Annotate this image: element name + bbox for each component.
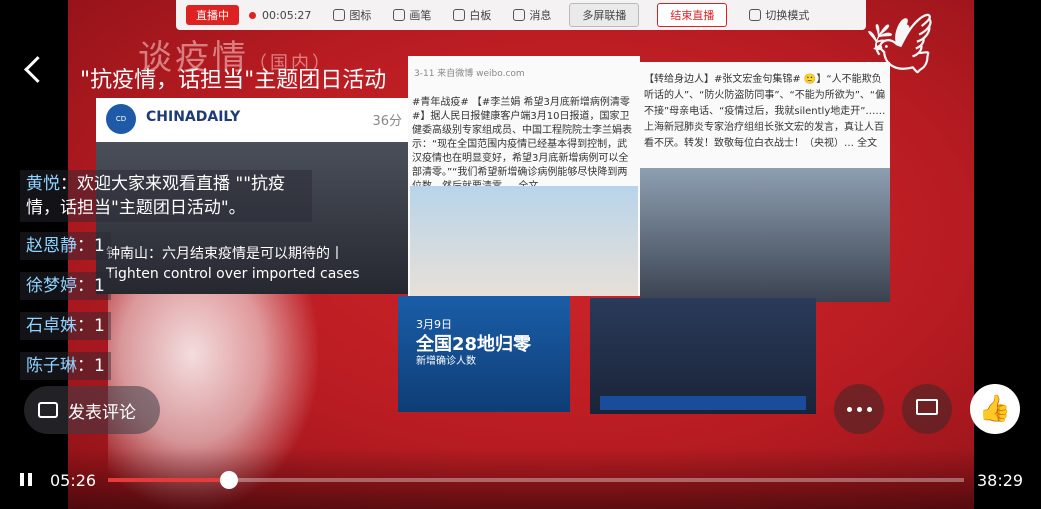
caption-cn: 钟南山：六月结束疫情是可以期待的丨 — [106, 246, 344, 262]
whiteboard-icon — [453, 9, 466, 21]
message-icon — [513, 9, 526, 21]
presenter-toolbar: 直播中 00:05:27 图标 画笔 白板 消息 多屏联播 结束直播 切换模式 — [176, 0, 866, 30]
brand-name: CHINADAILY — [146, 109, 241, 125]
like-button[interactable]: 👍 — [970, 384, 1020, 434]
current-time: 05:26 — [50, 471, 97, 490]
news-panel-cctv — [590, 298, 816, 414]
cast-icon — [916, 399, 938, 415]
news-caption-bar — [600, 396, 806, 410]
news-panel-graphic: 3月9日 全国28地归零 新增确诊人数 — [398, 296, 570, 412]
news-panel-weibo-2: 【转给身边人】#张文宏金句集锦# 🙂】“人不能欺负听话的人”、“防火防盗防同事”… — [640, 62, 890, 302]
grid-icon — [749, 9, 762, 21]
end-live-button: 结束直播 — [657, 3, 728, 27]
toolbar-item-3: 白板 — [453, 7, 491, 23]
comment-item: 赵恩静：1 — [20, 232, 111, 260]
graphic-sub: 新增确诊人数 — [416, 356, 476, 367]
more-button[interactable] — [834, 384, 884, 434]
record-dot-icon — [249, 11, 256, 19]
progress-bar[interactable] — [108, 471, 964, 489]
back-icon[interactable] — [24, 56, 51, 83]
toolbar-icon — [333, 9, 346, 21]
duration-label: 36分 — [372, 114, 402, 129]
comment-item: 黄悦：欢迎大家来观看直播 ""抗疫情，话担当"主题团日活动"。 — [20, 170, 312, 222]
news-photo — [410, 186, 638, 296]
toolbar-item-2: 画笔 — [393, 7, 431, 23]
post-text: 【转给身边人】#张文宏金句集锦# 🙂】“人不能欺负听话的人”、“防火防盗防同事”… — [644, 74, 886, 149]
post-text: #青年战疫# 【#李兰娟 希望3月底新增病例清零#】据人民日报健康客户端3月10… — [412, 97, 632, 192]
multi-screen-button: 多屏联播 — [569, 3, 640, 27]
progress-handle[interactable] — [219, 471, 238, 489]
live-badge: 直播中 — [186, 5, 239, 25]
toolbar-item-4: 消息 — [513, 7, 551, 23]
toolbar-item-1: 图标 — [333, 7, 371, 23]
news-photo — [640, 168, 890, 302]
live-timer: 00:05:27 — [262, 8, 312, 22]
comment-item: 陈子琳：1 — [20, 352, 111, 380]
pen-icon — [393, 9, 406, 21]
pause-icon[interactable] — [20, 473, 32, 486]
like-icon: 👍 — [978, 394, 1012, 424]
news-panel-weibo-1: 3-11 来自微博 weibo.com #青年战疫# 【#李兰娟 希望3月底新增… — [408, 56, 640, 296]
total-time: 38:29 — [977, 471, 1024, 490]
post-comment-label: 发表评论 — [68, 402, 136, 423]
comment-item: 石卓姝：1 — [20, 312, 111, 340]
progress-fill — [108, 478, 229, 482]
comment-icon — [38, 402, 58, 418]
stream-title: "抗疫情，话担当"主题团日活动 — [80, 68, 387, 93]
post-meta: 3-11 来自微博 weibo.com — [414, 69, 525, 79]
caption-en: Tighten control over imported cases — [106, 266, 360, 282]
switch-mode: 切换模式 — [749, 7, 809, 23]
chinadaily-logo: CD — [106, 104, 136, 134]
comment-item: 徐梦婷：1 — [20, 272, 111, 300]
cast-button[interactable] — [902, 384, 952, 434]
post-comment-button[interactable]: 发表评论 — [24, 386, 160, 434]
